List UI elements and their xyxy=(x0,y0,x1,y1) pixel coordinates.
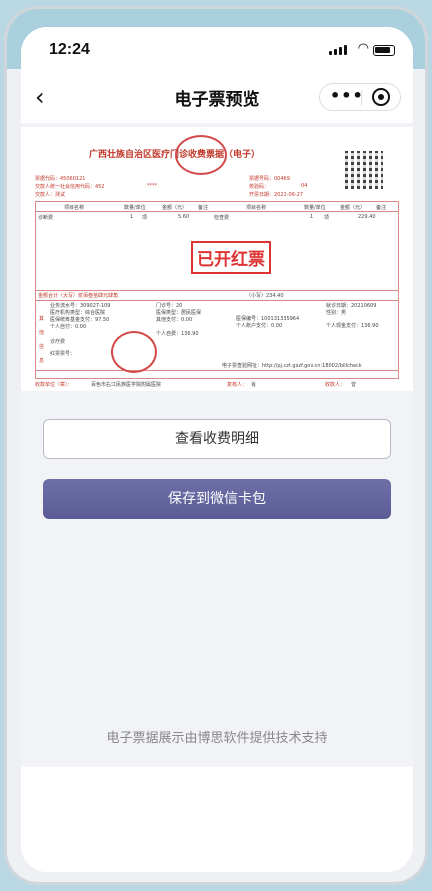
col-header: 备注 xyxy=(376,205,387,211)
capsule-divider xyxy=(361,90,362,106)
view-fee-detail-button[interactable]: 查看收费明细 xyxy=(43,419,391,459)
payer-code-label: 交款人统一社会信用代码：452 xyxy=(35,184,105,190)
info-item: 个人现金支付：136.90 xyxy=(326,323,379,329)
total-amount-text: 金额合计（大写）贰佰叁拾肆元肆角 xyxy=(38,293,119,299)
item-name: 诊断费 xyxy=(38,215,54,221)
hospital-seal-icon xyxy=(111,331,157,373)
info-item: 医保统筹基金支付：97.50 xyxy=(50,317,110,323)
target-close-icon[interactable] xyxy=(372,88,390,106)
col-header: 金额（元） xyxy=(162,205,188,211)
invoice-preview: 广西壮族自治区医疗门诊收费票据（电子） 票据代码：45060121 交款人统一社… xyxy=(21,127,413,391)
check-code-label: 校验码： xyxy=(249,184,270,190)
col-header: 项目名称 xyxy=(246,205,267,211)
more-dots-icon[interactable]: ••• xyxy=(330,86,364,105)
total-amount-small: （小写）234.40 xyxy=(246,293,284,299)
status-time: 12:24 xyxy=(49,41,90,58)
col-header: 金额（元） xyxy=(340,205,366,211)
item-amount: 5.60 xyxy=(178,214,190,220)
battery-icon xyxy=(373,45,395,56)
info-item: 就诊日期：20210609 xyxy=(326,303,377,309)
payer-code-mask: **** xyxy=(147,183,157,189)
info-item: 医疗机构类型：综合医院 xyxy=(50,310,106,316)
reviewer-label: 复核人： xyxy=(227,382,248,388)
red-ticket-label: 红票票号： xyxy=(50,351,76,357)
item-name: 检查费 xyxy=(214,215,230,221)
nav-bar: ‹ 电子票预览 ••• xyxy=(21,71,413,123)
other-info-side-label: 其他信息 xyxy=(39,316,45,364)
info-item: 医保编号：100131335964 xyxy=(236,316,300,322)
check-code-value: 04 xyxy=(301,183,308,189)
info-item: 个人自付：0.00 xyxy=(50,324,87,330)
tech-support-footer: 电子票据展示由博思软件提供技术支持 xyxy=(106,731,328,746)
phone-frame: 12:24 ◠ ‹ 电子票预览 ••• 广西壮族自治区医疗门诊收费票据（电子） … xyxy=(4,6,428,885)
status-bar: 12:24 ◠ xyxy=(21,27,413,71)
invoice-title: 广西壮族自治区医疗门诊收费票据（电子） xyxy=(89,150,261,160)
info-item: 个人自费：136.90 xyxy=(156,331,199,337)
issue-date: 开票日期：2021-06-27 xyxy=(249,192,304,198)
screen: 12:24 ◠ ‹ 电子票预览 ••• 广西壮族自治区医疗门诊收费票据（电子） … xyxy=(21,27,413,872)
info-item: 个人账户支付：0.00 xyxy=(236,323,283,329)
qr-code-icon xyxy=(345,151,383,189)
save-to-wechat-card-button[interactable]: 保存到微信卡包 xyxy=(43,479,391,519)
collector-name: 曾 xyxy=(351,382,357,388)
info-item: 医保类型：居民医保 xyxy=(156,310,202,316)
invoice-code: 票据代码：45060121 xyxy=(35,176,86,182)
col-header: 项目名称 xyxy=(64,205,85,211)
info-item: 门诊号：20 xyxy=(156,303,183,309)
col-header: 备注 xyxy=(198,205,209,211)
item-amount: 229.40 xyxy=(358,214,376,220)
collector-label: 收款人： xyxy=(325,382,346,388)
wifi-icon: ◠ xyxy=(357,41,369,56)
signal-icon xyxy=(329,45,347,55)
info-item: 性别：男 xyxy=(326,310,347,316)
payer-name: 交款人：测试 xyxy=(35,192,66,198)
red-ticket-stamp: 已开红票 xyxy=(191,241,271,274)
item-qty: 1 xyxy=(310,214,314,220)
item-unit: 项 xyxy=(142,215,148,221)
info-item: 业务流水号：309027-109 xyxy=(50,303,111,309)
payee-name: 百色市右江民族医学院附属医院 xyxy=(91,382,162,388)
invoice-number: 票据号码：00469 xyxy=(249,176,290,182)
col-header: 数量/单位 xyxy=(304,205,326,211)
bottom-area xyxy=(21,767,413,872)
reviewer-name: 肖 xyxy=(251,382,257,388)
payee-label: 收款单位（章）： xyxy=(35,382,73,388)
invoice-paper: 广西壮族自治区医疗门诊收费票据（电子） 票据代码：45060121 交款人统一社… xyxy=(29,135,405,388)
item-unit: 项 xyxy=(324,215,330,221)
item-qty: 1 xyxy=(130,214,134,220)
mini-program-capsule: ••• xyxy=(319,83,401,111)
col-header: 数量/单位 xyxy=(124,205,146,211)
info-item: 其他支付：0.00 xyxy=(156,317,193,323)
invoice-table: 项目名称 数量/单位 金额（元） 备注 项目名称 数量/单位 金额（元） 备注 … xyxy=(35,201,399,379)
query-url: 电子票查验网址：http://pj.czt.gxzf.gov.cn:18002/… xyxy=(222,363,362,369)
info-item: 诊疗费 xyxy=(50,339,66,345)
